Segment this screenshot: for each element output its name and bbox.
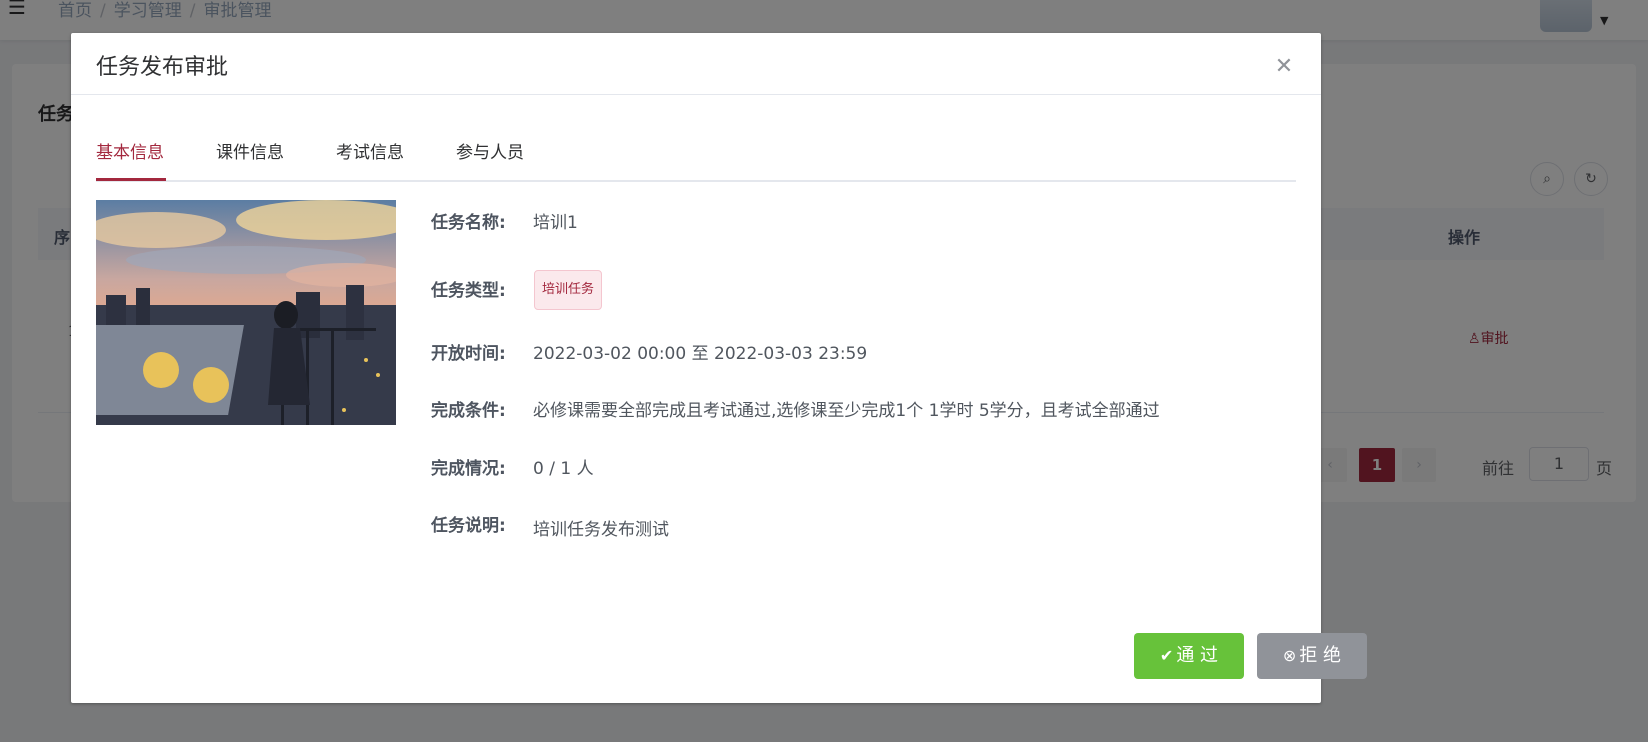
approve-button[interactable]: ✔ 通 过 [1134, 633, 1244, 679]
approve-button-label: 通 过 [1176, 645, 1219, 666]
reject-button-label: 拒 绝 [1299, 645, 1342, 666]
task-description-value: 培训任务发布测试 [533, 520, 669, 540]
completion-condition-label: 完成条件: [431, 401, 506, 421]
close-icon[interactable]: ✕ [1274, 56, 1294, 78]
approval-dialog: 任务发布审批 ✕ 基本信息 课件信息 考试信息 参与人员 任务名称: 培训1 任… [71, 33, 1367, 703]
task-type-label: 任务类型: [431, 281, 506, 301]
task-type-tag: 培训任务 [534, 270, 603, 310]
completion-status-label: 完成情况: [431, 459, 506, 479]
task-name-label: 任务名称: [431, 213, 506, 233]
tab-courseware-info[interactable]: 课件信息 [216, 141, 284, 177]
check-circle-icon: ✔ [1159, 646, 1174, 665]
completion-condition-value: 必修课需要全部完成且考试通过,选修课至少完成1个 1学时 5学分，且考试全部通过 [533, 401, 1160, 421]
tabs-baseline [96, 180, 1296, 182]
tab-exam-info[interactable]: 考试信息 [336, 141, 404, 177]
reject-button[interactable]: ⊗ 拒 绝 [1257, 633, 1367, 679]
tab-basic-info[interactable]: 基本信息 [96, 141, 164, 177]
task-description-label: 任务说明: [431, 516, 506, 536]
active-tab-indicator [96, 178, 166, 181]
dialog-title: 任务发布审批 [96, 55, 229, 80]
close-circle-icon: ⊗ [1282, 646, 1297, 665]
open-time-value: 2022-03-02 00:00 至 2022-03-03 23:59 [533, 344, 868, 364]
task-cover-image [96, 200, 396, 425]
completion-status-value: 0 / 1 人 [533, 459, 594, 479]
tab-participants[interactable]: 参与人员 [456, 141, 524, 177]
task-name-value: 培训1 [533, 213, 578, 233]
open-time-label: 开放时间: [431, 344, 506, 364]
dialog-header-divider [71, 94, 1321, 95]
